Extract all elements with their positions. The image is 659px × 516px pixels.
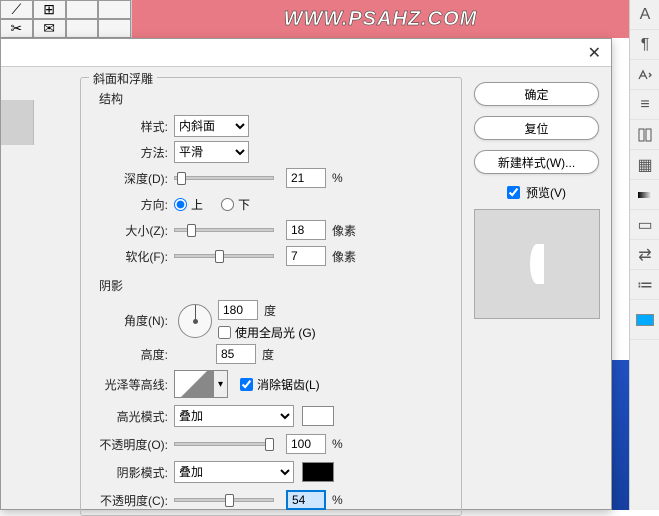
dialog-titlebar[interactable]: ✕ (1, 39, 611, 67)
angle-input[interactable] (218, 300, 258, 320)
highlight-opacity-slider[interactable] (174, 442, 274, 446)
tool-cell[interactable]: ⟋ (0, 0, 33, 19)
panel-icon-2[interactable] (630, 120, 659, 150)
global-light-checkbox[interactable]: 使用全局光 (G) (218, 324, 316, 341)
tool-cell[interactable]: ⊞ (33, 0, 66, 19)
soften-label: 软化(F): (89, 248, 174, 265)
tool-cell[interactable] (98, 19, 131, 38)
tool-cell[interactable] (66, 0, 99, 19)
preview-label: 预览(V) (526, 184, 566, 201)
panel-icon-1[interactable]: ≡ (630, 90, 659, 120)
depth-label: 深度(D): (89, 170, 174, 187)
gradient-icon[interactable] (630, 180, 659, 210)
tool-cell[interactable] (66, 19, 99, 38)
close-icon[interactable]: ✕ (588, 43, 601, 63)
new-style-button[interactable]: 新建样式(W)... (474, 150, 599, 174)
gloss-contour-swatch[interactable] (174, 370, 214, 398)
left-toolbar: ⟋ ⊞ ✂ ✉ (0, 0, 132, 38)
highlight-color-swatch[interactable] (302, 406, 334, 426)
paragraph-panel-icon[interactable]: ¶ (630, 30, 659, 60)
preview-checkbox[interactable] (507, 186, 520, 199)
structure-heading: 结构 (99, 90, 453, 107)
size-input[interactable] (286, 220, 326, 240)
unit-px: 像素 (332, 248, 356, 265)
dialog-left-column (1, 67, 76, 509)
size-slider[interactable] (174, 228, 274, 232)
dialog-center-column: 斜面和浮雕 结构 样式: 内斜面 方法: 平滑 深度(D): % 方向: (76, 67, 466, 509)
depth-slider[interactable] (174, 176, 274, 180)
direction-label: 方向: (89, 196, 174, 213)
direction-down-radio[interactable]: 下 (221, 196, 250, 213)
soften-slider[interactable] (174, 254, 274, 258)
direction-up-radio[interactable]: 上 (174, 196, 203, 213)
highlight-mode-select[interactable]: 叠加 (174, 405, 294, 427)
preview-graphic (530, 244, 544, 284)
reset-button[interactable]: 复位 (474, 116, 599, 140)
tool-cell[interactable] (98, 0, 131, 19)
antialias-checkbox[interactable]: 消除锯齿(L) (240, 376, 320, 393)
dialog-right-column: 确定 复位 新建样式(W)... 预览(V) (466, 67, 611, 509)
color-icon[interactable] (630, 300, 659, 340)
list-icon[interactable]: ≔ (630, 270, 659, 300)
style-select[interactable]: 内斜面 (174, 115, 249, 137)
shadow-mode-select[interactable]: 叠加 (174, 461, 294, 483)
bevel-emboss-group: 斜面和浮雕 结构 样式: 内斜面 方法: 平滑 深度(D): % 方向: (80, 77, 462, 516)
group-legend: 斜面和浮雕 (89, 70, 157, 87)
altitude-input[interactable] (216, 344, 256, 364)
altitude-label: 高度: (89, 346, 174, 363)
shadow-opacity-slider[interactable] (174, 498, 274, 502)
gloss-contour-label: 光泽等高线: (89, 376, 174, 393)
char-panel-icon[interactable]: A (630, 0, 659, 30)
adjust-icon[interactable]: ⇄ (630, 240, 659, 270)
gradient-icon-2[interactable]: ▭ (630, 210, 659, 240)
shadow-heading: 阴影 (99, 277, 453, 294)
glyph-icon[interactable] (630, 60, 659, 90)
preview-box (474, 209, 600, 319)
shadow-opacity-input[interactable] (286, 490, 326, 510)
shadow-mode-label: 阴影模式: (89, 464, 174, 481)
style-list-selected[interactable] (1, 100, 34, 145)
angle-dial[interactable] (178, 304, 212, 338)
unit-pct: % (332, 171, 343, 185)
method-select[interactable]: 平滑 (174, 141, 249, 163)
shadow-color-swatch[interactable] (302, 462, 334, 482)
shadow-opacity-label: 不透明度(C): (89, 492, 174, 509)
unit-px: 像素 (332, 222, 356, 239)
banner-area: WWW.PSAHZ.COM (132, 0, 629, 38)
ok-button[interactable]: 确定 (474, 82, 599, 106)
size-label: 大小(Z): (89, 222, 174, 239)
angle-label: 角度(N): (89, 312, 174, 329)
grid-icon[interactable]: ▦ (630, 150, 659, 180)
crop-tool-icon[interactable]: ✂ (0, 19, 33, 38)
style-label: 样式: (89, 118, 174, 135)
depth-input[interactable] (286, 168, 326, 188)
soften-input[interactable] (286, 246, 326, 266)
highlight-opacity-label: 不透明度(O): (89, 436, 174, 453)
banner-text: WWW.PSAHZ.COM (284, 8, 478, 31)
method-label: 方法: (89, 144, 174, 161)
layer-style-dialog: ✕ 斜面和浮雕 结构 样式: 内斜面 方法: 平滑 深度(D): (0, 38, 612, 510)
contour-dropdown-icon[interactable]: ▾ (214, 370, 228, 398)
highlight-opacity-input[interactable] (286, 434, 326, 454)
envelope-icon[interactable]: ✉ (33, 19, 66, 38)
right-sidebar: A ¶ ≡ ▦ ▭ ⇄ ≔ (629, 0, 659, 510)
highlight-mode-label: 高光模式: (89, 408, 174, 425)
